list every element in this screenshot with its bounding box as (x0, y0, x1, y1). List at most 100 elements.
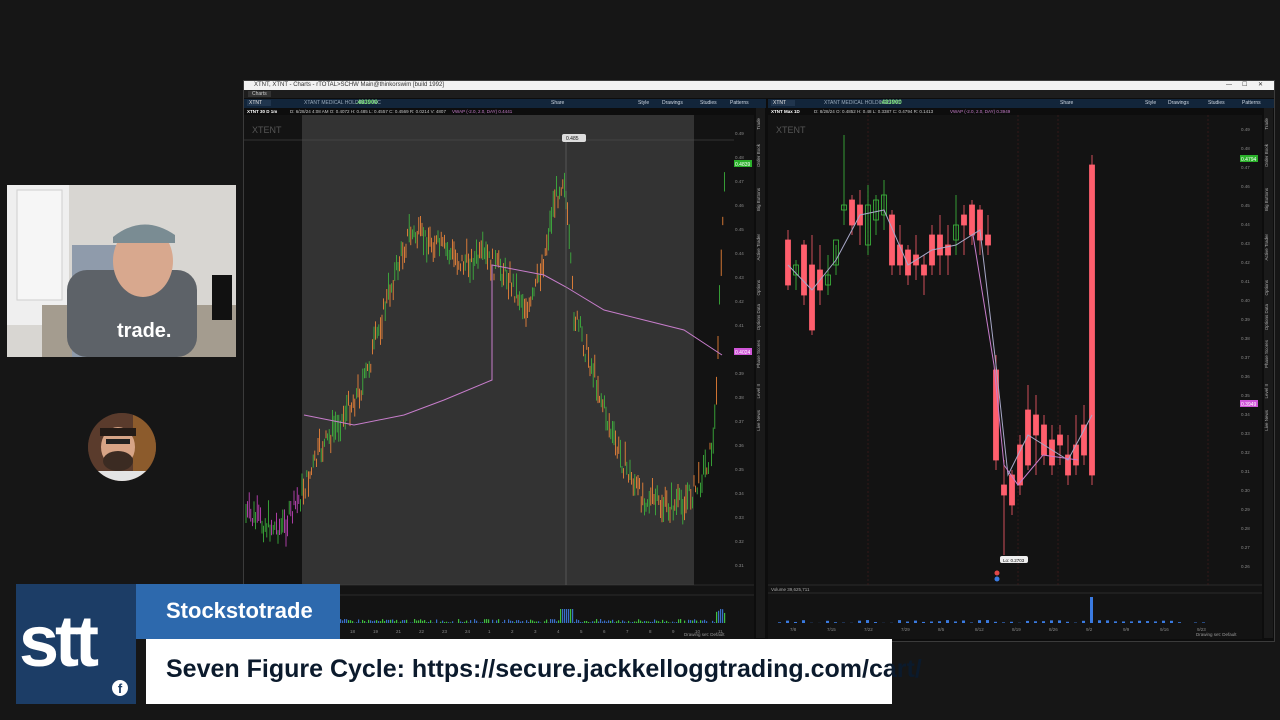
side-label-level-ii[interactable]: Level II (756, 384, 764, 399)
right-drawing-set[interactable]: Drawing set: Default (1196, 632, 1237, 637)
left-drawing-set[interactable]: Drawing set: Default (684, 632, 725, 637)
date-tick: 7/15 (827, 627, 836, 632)
volume-bar (1202, 622, 1205, 623)
volume-bar (474, 619, 476, 623)
left-market-hours-shade (302, 115, 694, 585)
right-side-label-phase-scores[interactable]: Phase Scores (1264, 340, 1272, 368)
volume-bar (404, 620, 406, 623)
date-tick: 9 (672, 629, 675, 634)
volume-bar (906, 621, 909, 623)
volume-bar (598, 621, 600, 623)
minimize-icon[interactable]: — (1226, 81, 1232, 90)
right-chart-area[interactable]: XTENT Lo: 0.2703 Volume 39,625,711 0.49 0… (768, 115, 1262, 639)
volume-bar (1026, 620, 1029, 623)
side-label-big-buttons[interactable]: Big Buttons (756, 188, 764, 211)
maximize-icon[interactable]: ☐ (1242, 81, 1247, 90)
price-tick: 0.34 (735, 491, 744, 496)
volume-bar (720, 608, 722, 623)
volume-bar (458, 619, 460, 623)
volume-bar (422, 620, 424, 623)
volume-bar (378, 621, 380, 623)
volume-bar (374, 620, 376, 623)
side-label-live-news[interactable]: Live News (756, 410, 764, 431)
volume-bar (602, 621, 604, 623)
close-icon[interactable]: ✕ (1258, 81, 1263, 90)
volume-bar (628, 620, 630, 623)
right-side-label-trade[interactable]: Trade (1264, 118, 1272, 130)
volume-bar (538, 621, 540, 623)
right-side-label-live-news[interactable]: Live News (1264, 410, 1272, 431)
volume-bar (470, 620, 472, 623)
dividend-icon[interactable] (994, 576, 1000, 582)
volume-bar (1042, 621, 1045, 623)
right-side-label-order-book[interactable]: Order Book (1264, 144, 1272, 167)
volume-bar (424, 620, 426, 623)
volume-bar (576, 619, 578, 623)
right-symbol-input[interactable]: XTNT (771, 100, 795, 106)
tab-charts[interactable]: Charts (248, 91, 271, 97)
left-chart-area[interactable]: XTENT 0.485 0.49 0.48 0.47 0.46 0.45 0.44 0.43… (244, 115, 754, 639)
left-drawings-button[interactable]: Drawings (662, 99, 683, 108)
earnings-icon[interactable] (994, 570, 1000, 576)
side-label-options-data[interactable]: Options Data (756, 304, 764, 330)
volume-bar (620, 622, 622, 623)
volume-bar (866, 620, 869, 623)
price-tick: 0.35 (1241, 393, 1250, 398)
volume-bar (536, 621, 538, 623)
volume-bar (1178, 622, 1181, 623)
price-tick: 0.48 (1241, 146, 1250, 151)
left-symbol-input[interactable]: XTNT (247, 100, 271, 106)
right-price-chart[interactable]: XTENT Lo: 0.2703 Volume 39,625,711 0.490… (768, 115, 1262, 639)
volume-bar (496, 620, 498, 623)
volume-bar (636, 621, 638, 623)
right-side-label-options[interactable]: Options (1264, 280, 1272, 296)
left-share-button[interactable]: Share (551, 99, 564, 108)
left-style-button[interactable]: Style (638, 99, 649, 108)
volume-bar (706, 621, 708, 623)
left-marker-label: 0.485 (566, 136, 579, 142)
volume-bar (460, 621, 462, 623)
right-side-label-active-trader[interactable]: Active Trader (1264, 234, 1272, 261)
volume-bar (946, 620, 949, 623)
volume-bar (676, 622, 678, 623)
left-time-axis: 18 19 21 22 23 24 1 2 3 4 5 6 7 8 9 10 11 (350, 629, 723, 634)
date-tick: 7 (626, 629, 629, 634)
side-label-trade[interactable]: Trade (756, 118, 764, 130)
right-style-button[interactable]: Style (1145, 99, 1156, 108)
left-price-chart[interactable]: XTENT 0.485 0.49 0.48 0.47 0.46 0.45 0.44 0.43… (244, 115, 754, 639)
right-period[interactable]: XTNT Max 1D (771, 108, 800, 115)
side-label-order-book[interactable]: Order Book (756, 144, 764, 167)
volume-bar (512, 621, 514, 623)
left-period[interactable]: XTNT 30 D 1m (247, 108, 277, 115)
volume-bar (574, 621, 576, 623)
volume-bar (664, 621, 666, 623)
volume-bar (534, 621, 536, 623)
side-label-phase-scores[interactable]: Phase Scores (756, 340, 764, 368)
daily-candle (961, 214, 967, 226)
price-tick: 0.48 (735, 155, 744, 160)
price-tick: 0.45 (1241, 203, 1250, 208)
right-studies-button[interactable]: Studies (1208, 99, 1225, 108)
daily-candle (969, 204, 975, 236)
right-current-price-tag: 0.4794 (1241, 157, 1257, 163)
left-watermark: XTENT (252, 125, 282, 135)
right-share-button[interactable]: Share (1060, 99, 1073, 108)
right-drawings-button[interactable]: Drawings (1168, 99, 1189, 108)
volume-bar (370, 620, 372, 623)
right-side-label-level-ii[interactable]: Level II (1264, 384, 1272, 399)
volume-bar (372, 621, 374, 623)
volume-bar (426, 622, 428, 623)
side-label-options[interactable]: Options (756, 280, 764, 296)
left-patterns-button[interactable]: Patterns (730, 99, 749, 108)
side-label-active-trader[interactable]: Active Trader (756, 234, 764, 261)
left-ohlc: D: 6/28/24 4:08 AM O: 0.4072 H: 0.485 L:… (290, 109, 446, 114)
right-side-label-big-buttons[interactable]: Big Buttons (1264, 188, 1272, 211)
right-patterns-button[interactable]: Patterns (1242, 99, 1261, 108)
right-side-label-options-data[interactable]: Options Data (1264, 304, 1272, 330)
volume-bar (702, 620, 704, 623)
volume-bar (722, 609, 724, 623)
right-watermark: XTENT (776, 125, 806, 135)
facebook-icon[interactable]: f (108, 676, 132, 700)
volume-bar (898, 620, 901, 623)
left-studies-button[interactable]: Studies (700, 99, 717, 108)
